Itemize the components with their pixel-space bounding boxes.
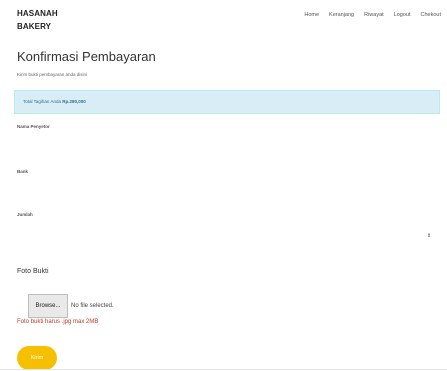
nav-keranjang[interactable]: Keranjang [329, 12, 354, 18]
total-alert: Total Tagihan Anda Rp.280,000 [14, 90, 440, 114]
browse-button[interactable]: Browse... [28, 294, 68, 318]
nav-riwayat[interactable]: Riwayat [364, 12, 384, 18]
bank-label: Bank [17, 169, 29, 174]
divider [0, 369, 447, 370]
brand-line2: BAKERY [17, 22, 52, 31]
nav-home[interactable]: Home [304, 12, 319, 18]
brand-line1: HASANAH [17, 9, 58, 18]
nav-chekout[interactable]: Chekout [421, 12, 442, 18]
jumlah-label: Jumlah [17, 212, 33, 217]
foto-bukti-label: Foto Bukti [17, 268, 49, 275]
nav-links: Home Keranjang Riwayat Logout Chekout [294, 12, 441, 18]
file-status: No file selected. [71, 303, 114, 309]
kirim-button[interactable]: Kirim [17, 346, 57, 370]
nama-penyetor-label: Nama Penyetor [17, 124, 50, 129]
page-subtitle: Kirim bukti pembayaran anda disini [17, 72, 88, 77]
nav-logout[interactable]: Logout [394, 12, 411, 18]
alert-amount: Rp.280,000 [62, 99, 86, 104]
brand-logo[interactable]: HASANAH BAKERY [17, 7, 58, 33]
navbar: HASANAH BAKERY Home Keranjang Riwayat Lo… [0, 0, 447, 40]
alert-prefix: Total Tagihan Anda [23, 99, 61, 104]
file-help-text: Foto bukti harus .jpg max 2MB [17, 319, 99, 325]
alert-text: Total Tagihan Anda Rp.280,000 [23, 99, 86, 104]
page-title: Konfirmasi Pembayaran [17, 49, 156, 64]
jumlah-input[interactable] [17, 222, 437, 236]
nama-penyetor-input[interactable] [17, 134, 437, 148]
number-spinner-icon[interactable]: ⇕ [426, 233, 432, 239]
bank-input[interactable] [17, 179, 437, 193]
